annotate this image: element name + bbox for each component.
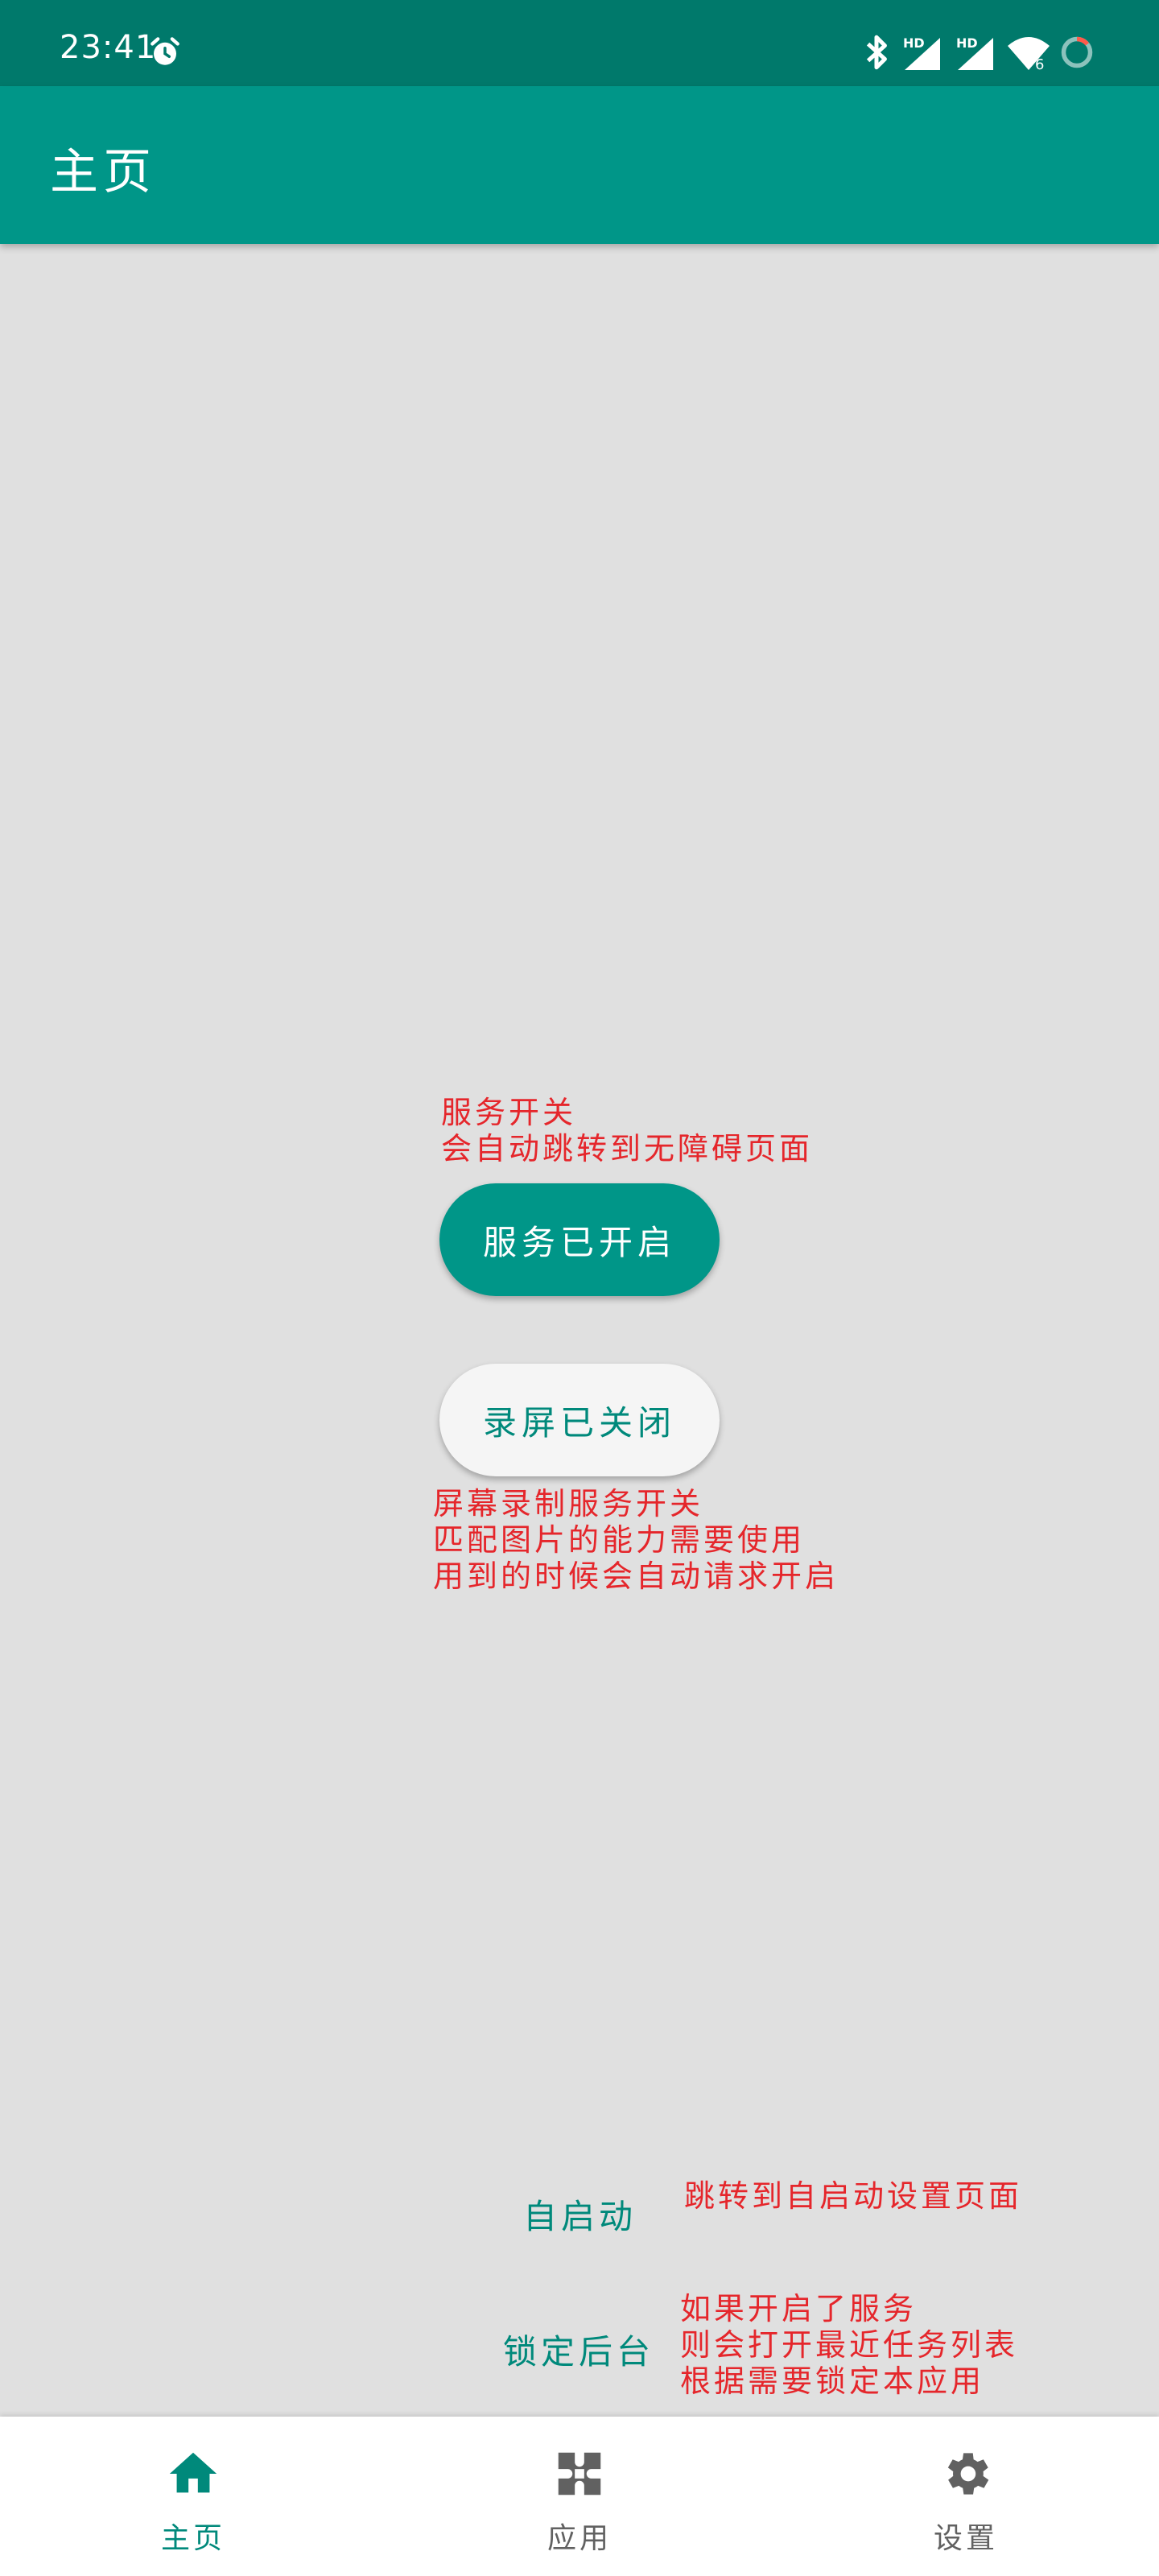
wifi-badge: 6	[1035, 56, 1045, 73]
app-bar: 主页	[0, 86, 1159, 244]
note-line: 会自动跳转到无障碍页面	[441, 1131, 814, 1166]
record-note: 屏幕录制服务开关 匹配图片的能力需要使用 用到的时候会自动请求开启	[433, 1486, 839, 1595]
nav-label: 应用	[547, 2522, 612, 2555]
alarm-icon	[151, 37, 179, 65]
note-line: 则会打开最近任务列表	[680, 2327, 1019, 2363]
note-line: 用到的时候会自动请求开启	[433, 1558, 839, 1594]
service-toggle-button[interactable]: 服务已开启	[439, 1183, 720, 1296]
nav-label: 主页	[160, 2522, 225, 2555]
note-line: 屏幕录制服务开关	[433, 1486, 704, 1521]
wifi-icon	[1008, 37, 1050, 70]
bluetooth-icon	[866, 35, 887, 70]
svg-text:HD: HD	[903, 35, 925, 51]
autostart-button[interactable]: 自启动	[523, 2190, 637, 2239]
bottom-navigation: 主页 应用 设置	[0, 2417, 1159, 2576]
autostart-note: 跳转到自启动设置页面	[684, 2178, 1022, 2215]
nav-label: 设置	[933, 2522, 998, 2555]
note-line: 根据需要锁定本应用	[680, 2363, 985, 2399]
status-time: 23:41	[60, 29, 157, 66]
svg-text:HD: HD	[956, 35, 978, 51]
status-bar: 23:41 HD HD 6	[0, 0, 1159, 86]
hd-signal-icon: HD	[903, 35, 940, 70]
note-line: 服务开关	[441, 1095, 577, 1130]
lock-background-button[interactable]: 锁定后台	[503, 2325, 654, 2374]
note-line: 匹配图片的能力需要使用	[433, 1522, 806, 1558]
nav-item-settings[interactable]: 设置	[773, 2417, 1159, 2576]
settings-icon	[947, 2453, 989, 2495]
service-note: 服务开关 会自动跳转到无障碍页面	[441, 1095, 813, 1167]
lock-note: 如果开启了服务 则会打开最近任务列表 根据需要锁定本应用	[680, 2291, 1018, 2400]
note-line: 如果开启了服务	[680, 2291, 918, 2326]
hd-signal-icon: HD	[956, 35, 993, 70]
nav-item-home[interactable]: 主页	[0, 2417, 386, 2576]
nav-item-apps[interactable]: 应用	[386, 2417, 773, 2576]
battery-ring-icon	[1061, 36, 1093, 68]
note-line: 跳转到自启动设置页面	[684, 2178, 1023, 2214]
apps-icon	[558, 2452, 601, 2496]
page-title: 主页	[50, 144, 156, 200]
screen-record-toggle-button[interactable]: 录屏已关闭	[439, 1364, 720, 1476]
home-icon	[169, 2452, 217, 2493]
